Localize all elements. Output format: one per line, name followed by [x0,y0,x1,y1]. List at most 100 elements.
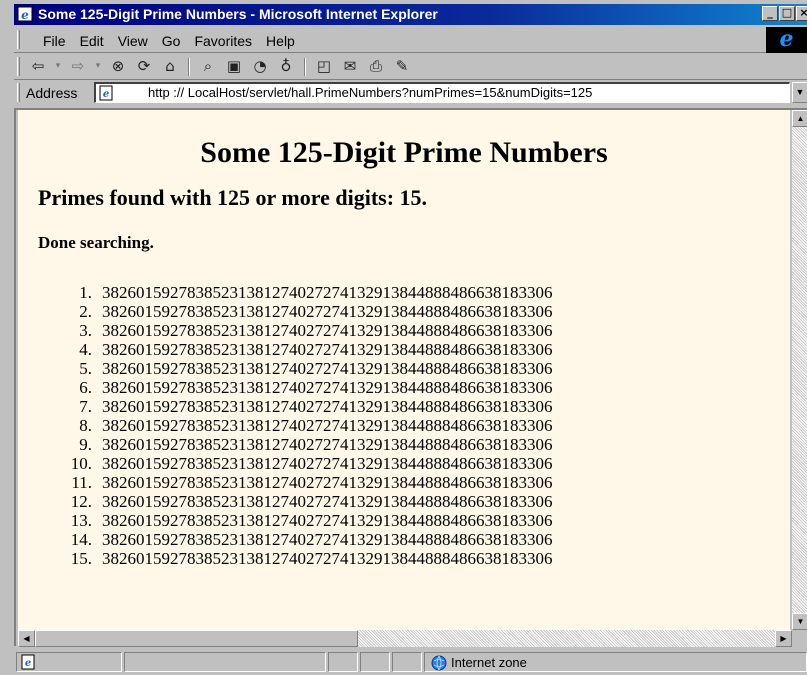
status-panel-b [360,652,390,672]
menu-grip[interactable] [17,30,20,49]
toolbar-grip[interactable] [17,57,20,76]
address-grip[interactable] [17,83,20,102]
menu-bar: File Edit View Go Favorites Help e [14,27,807,53]
page-content: Some 125-Digit Prime Numbers Primes foun… [18,110,790,630]
chevron-up-icon: ▲ [796,114,805,123]
list-item-number: 1. [79,283,92,302]
history-icon[interactable]: ◔ [250,57,270,76]
back-dropdown-icon[interactable]: ▾ [54,57,62,76]
vertical-scrollbar[interactable]: ▲ ▼ [792,110,807,630]
menu-file[interactable]: File [36,31,73,51]
list-item-number: 11. [71,473,92,492]
window-title: Some 125-Digit Prime Numbers - Microsoft… [38,6,438,22]
menu-help[interactable]: Help [259,31,302,51]
mail-icon[interactable]: ✉ [340,57,360,76]
page-title: Some 125-Digit Prime Numbers [200,136,608,169]
close-button[interactable]: × [796,6,807,21]
refresh-icon[interactable]: ⟳ [134,57,154,76]
scroll-left-button[interactable]: ◀ [18,630,35,647]
horizontal-scrollbar[interactable]: ◀ ▶ [18,630,792,647]
zone-label: Internet zone [451,655,527,670]
list-item: 7. 38260159278385231381274027274132913844… [38,397,552,416]
list-item: 11. 3826015927838523138127402727413291384… [38,473,552,492]
page-status-icon: e [21,654,35,670]
list-item: 12. 3826015927838523138127402727413291384… [38,492,553,511]
chevron-left-icon: ◀ [23,634,30,643]
prime-value: 3826015927838523138127402727413291384488… [102,340,553,359]
list-item: 1. 38260159278385231381274027274132913844… [38,283,552,302]
search-icon[interactable]: ⌕ [198,57,218,76]
list-item: 6. 38260159278385231381274027274132913844… [38,378,552,397]
list-item-number: 10. [70,454,92,473]
window-controls: _ □ × [762,6,807,23]
address-url: http :// LocalHost/servlet/hall.PrimeNum… [148,85,593,100]
prime-value: 3826015927838523138127402727413291384488… [102,283,553,302]
chevron-right-icon: ▶ [780,634,787,643]
list-item-number: 12. [70,492,92,511]
stop-icon[interactable]: ⊗ [108,57,128,76]
prime-value: 3826015927838523138127402727413291384488… [102,397,553,416]
svg-text:e: e [21,8,29,22]
address-label: Address [26,85,78,101]
list-item: 8. 38260159278385231381274027274132913844… [38,416,552,435]
list-item-number: 6. [79,378,92,397]
toolbar-buttons: ⇦ ▾ ⇨ ▾ ⊗ ⟳ ⌂ ⌕ ▣ ◔ ♁ ◰ ✉ ⎙ ✎ [28,57,412,76]
prime-value: 3826015927838523138127402727413291384488… [102,435,553,454]
list-item-number: 15. [70,549,92,568]
prime-list: 1. 38260159278385231381274027274132913844… [38,283,553,568]
list-item: 10. 3826015927838523138127402727413291384… [38,454,553,473]
list-item: 4. 38260159278385231381274027274132913844… [38,340,552,359]
address-input[interactable]: e http :// LocalHost/servlet/hall.PrimeN… [94,82,790,103]
list-item: 3. 38260159278385231381274027274132913844… [38,321,552,340]
prime-value: 3826015927838523138127402727413291384488… [102,321,553,340]
status-panel-main: e [16,652,122,672]
prime-value: 3826015927838523138127402727413291384488… [102,492,553,511]
menu-items: File Edit View Go Favorites Help [36,31,302,51]
prime-value: 3826015927838523138127402727413291384488… [102,359,553,378]
prime-value: 3826015927838523138127402727413291384488… [102,511,553,530]
fullscreen-icon[interactable]: ◰ [314,57,334,76]
channels-icon[interactable]: ♁ [276,57,296,76]
toolbar: ⇦ ▾ ⇨ ▾ ⊗ ⟳ ⌂ ⌕ ▣ ◔ ♁ ◰ ✉ ⎙ ✎ [14,54,807,80]
list-item-number: 2. [79,302,92,321]
menu-edit[interactable]: Edit [73,31,111,51]
prime-value: 3826015927838523138127402727413291384488… [102,530,553,549]
minimize-button[interactable]: _ [762,6,778,21]
status-text: Done searching. [38,233,154,252]
home-icon[interactable]: ⌂ [160,57,180,76]
horizontal-scroll-thumb[interactable] [35,630,358,647]
forward-icon[interactable]: ⇨ [68,57,88,76]
list-item-number: 13. [70,511,92,530]
scroll-right-button[interactable]: ▶ [775,630,792,647]
summary-heading: Primes found with 125 or more digits: 15… [38,185,428,210]
title-bar[interactable]: e Some 125-Digit Prime Numbers - Microso… [14,4,807,25]
list-item-number: 9. [79,435,92,454]
back-icon[interactable]: ⇦ [28,57,48,76]
scroll-up-button[interactable]: ▲ [792,110,807,127]
status-panel-zone: Internet zone [424,652,807,672]
content-frame: Some 125-Digit Prime Numbers Primes foun… [14,108,807,647]
forward-dropdown-icon[interactable]: ▾ [94,57,102,76]
list-item-number: 14. [70,530,92,549]
print-icon[interactable]: ⎙ [366,57,386,76]
address-bar: Address e http :// LocalHost/servlet/hal… [14,81,807,105]
page-icon: e [99,85,113,101]
maximize-button[interactable]: □ [779,6,795,21]
menu-go[interactable]: Go [155,31,188,51]
prime-value: 3826015927838523138127402727413291384488… [102,549,553,568]
edit-icon[interactable]: ✎ [392,57,412,76]
ie-logo-icon: e [766,27,807,53]
menu-view[interactable]: View [111,31,155,51]
address-dropdown-button[interactable]: ▼ [792,82,807,103]
status-panel-progress [124,652,326,672]
chevron-down-icon: ▼ [795,87,805,97]
chevron-down-icon: ▼ [796,617,805,626]
scrollbar-corner [792,630,807,647]
scroll-down-button[interactable]: ▼ [792,613,807,630]
toolbar-separator [304,57,306,76]
menu-favorites[interactable]: Favorites [187,31,259,51]
favorites-icon[interactable]: ▣ [224,57,244,76]
prime-value: 3826015927838523138127402727413291384488… [102,473,553,492]
list-item-number: 4. [79,340,92,359]
list-item: 5. 38260159278385231381274027274132913844… [38,359,552,378]
